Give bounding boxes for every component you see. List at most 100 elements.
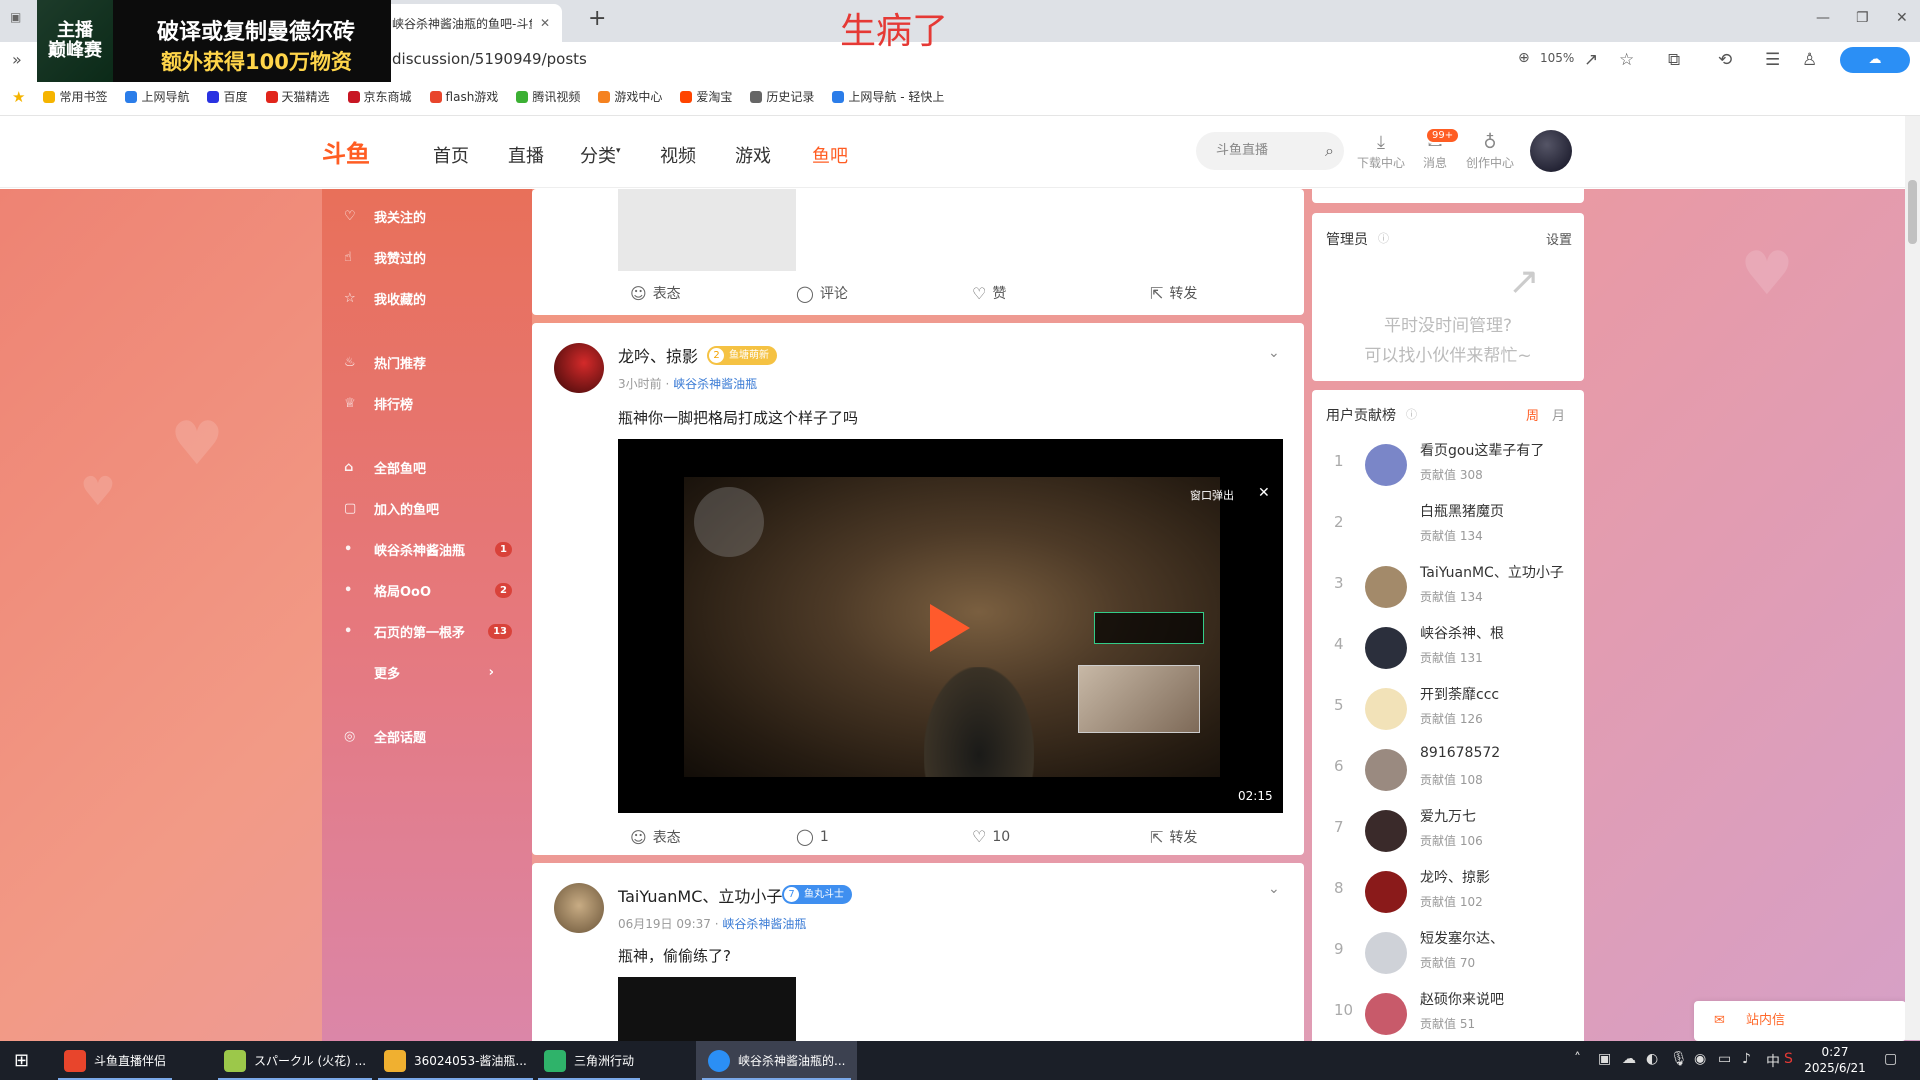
nav-live[interactable]: 直播 bbox=[508, 142, 544, 168]
sidebar-item-liked[interactable]: ☝ 我赞过的 bbox=[344, 247, 524, 267]
taskbar-item[interactable]: 36024053-酱油瓶... bbox=[372, 1041, 539, 1080]
post-image[interactable] bbox=[618, 189, 796, 271]
tray-app-icon[interactable]: ◉ bbox=[1694, 1051, 1706, 1067]
user-icon[interactable]: ♙ bbox=[1802, 50, 1817, 70]
contrib-row[interactable]: 2 白瓶黑猪魔页 贡献值 134 bbox=[1312, 495, 1584, 556]
tray-expand-icon[interactable]: ˄ bbox=[1574, 1051, 1581, 1067]
post-group-link[interactable]: 峡谷杀神酱油瓶 bbox=[673, 377, 757, 391]
like-button[interactable]: ♡ 10 bbox=[972, 827, 1010, 846]
bookmark-item[interactable]: 腾讯视频 bbox=[516, 88, 580, 105]
tab-month[interactable]: 月 bbox=[1552, 405, 1565, 424]
bookmark-item[interactable]: 京东商城 bbox=[347, 88, 412, 105]
close-icon[interactable]: ✕ bbox=[1258, 485, 1270, 501]
nav-yuba[interactable]: 鱼吧 bbox=[812, 142, 848, 168]
zoom-level[interactable]: 105% bbox=[1540, 51, 1574, 65]
minimize-icon[interactable]: — bbox=[1816, 10, 1830, 26]
contributor-avatar[interactable] bbox=[1365, 993, 1407, 1035]
contrib-row[interactable]: 8 龙吟、掠影 贡献值 102 bbox=[1312, 861, 1584, 922]
search-icon[interactable]: ⌕ bbox=[1325, 132, 1334, 170]
cloud-button[interactable]: ☁ bbox=[1840, 47, 1910, 73]
station-message-button[interactable]: ✉ 站内信 bbox=[1694, 1001, 1906, 1041]
contrib-row[interactable]: 3 TaiYuanMC、立功小子 贡献值 134 bbox=[1312, 556, 1584, 617]
contrib-row[interactable]: 1 看页gou这辈子有了 贡献值 308 bbox=[1312, 434, 1584, 495]
user-avatar[interactable] bbox=[1530, 130, 1572, 172]
contributor-name[interactable]: 891678572 bbox=[1420, 745, 1500, 761]
contributor-name[interactable]: 看页gou这辈子有了 bbox=[1420, 440, 1544, 460]
page-scrollbar[interactable] bbox=[1905, 116, 1920, 1040]
share-icon[interactable]: ↗ bbox=[1584, 50, 1598, 70]
expand-icon[interactable]: » bbox=[12, 50, 22, 69]
ime-indicator[interactable]: 中 bbox=[1766, 1051, 1780, 1071]
new-tab-button[interactable]: + bbox=[588, 6, 606, 31]
tray-app-icon[interactable]: ▣ bbox=[1598, 1051, 1611, 1067]
browser-tab-active[interactable]: 峡谷杀神酱油瓶的鱼吧-斗鱼社 ✕ bbox=[382, 4, 562, 42]
nav-home[interactable]: 首页 bbox=[433, 142, 469, 168]
contributor-name[interactable]: 爱九万七 bbox=[1420, 806, 1476, 826]
sidebar-item-all-yuba[interactable]: ⌂ 全部鱼吧 bbox=[344, 457, 524, 477]
volume-icon[interactable]: ♪ bbox=[1742, 1051, 1751, 1067]
microphone-icon[interactable]: 🎙 bbox=[1670, 1051, 1688, 1067]
bookmark-item[interactable]: 上网导航 bbox=[125, 88, 189, 105]
sidebar-item-favorites[interactable]: ☆ 我收藏的 bbox=[344, 288, 524, 308]
bookmark-item[interactable]: 天猫精选 bbox=[265, 88, 330, 105]
contrib-row[interactable]: 7 爱九万七 贡献值 106 bbox=[1312, 800, 1584, 861]
post-author-name[interactable]: 龙吟、掠影 bbox=[618, 343, 698, 367]
tab-close-icon[interactable]: ✕ bbox=[540, 16, 550, 30]
system-clock[interactable]: 0:27 2025/6/21 bbox=[1800, 1044, 1870, 1076]
info-icon[interactable]: ⓘ bbox=[1378, 230, 1389, 246]
bookmark-item[interactable]: 上网导航 - 轻快上 bbox=[832, 88, 944, 105]
chevron-down-icon[interactable]: ⌄ bbox=[1268, 881, 1280, 897]
sidebar-item-following[interactable]: ♡ 我关注的 bbox=[344, 206, 524, 226]
menu-icon[interactable]: ☰ bbox=[1765, 50, 1780, 70]
contributor-name[interactable]: TaiYuanMC、立功小子 bbox=[1420, 562, 1564, 582]
bookmark-item[interactable]: 游戏中心 bbox=[598, 88, 662, 105]
post-group-link[interactable]: 峡谷杀神酱油瓶 bbox=[722, 917, 806, 931]
taskbar-item[interactable]: 峡谷杀神酱油瓶的... bbox=[696, 1041, 858, 1080]
like-button[interactable]: ♡ 赞 bbox=[972, 283, 1006, 303]
taskbar-item[interactable]: スパークル (火花) ... bbox=[212, 1041, 378, 1080]
favorite-star-icon[interactable]: ☆ bbox=[1619, 50, 1634, 70]
creator-center-button[interactable]: ♁ 创作中心 bbox=[1465, 132, 1515, 171]
sidebar-item-ranking[interactable]: ♕ 排行榜 bbox=[344, 393, 524, 413]
sidebar-item-group[interactable]: • 格局OoO 2 bbox=[344, 580, 524, 600]
bookmark-item[interactable]: 常用书签 bbox=[43, 88, 107, 105]
close-window-icon[interactable]: ✕ bbox=[1896, 10, 1908, 26]
bookmark-item[interactable]: 爱淘宝 bbox=[680, 88, 732, 105]
network-icon[interactable]: ▭ bbox=[1718, 1051, 1731, 1067]
nav-category[interactable]: 分类 bbox=[580, 142, 616, 168]
bookmark-item[interactable]: flash游戏 bbox=[429, 88, 498, 105]
download-center-button[interactable]: ⤓ 下载中心 bbox=[1356, 132, 1406, 171]
admin-settings-link[interactable]: 设置 bbox=[1546, 229, 1572, 248]
comment-button[interactable]: ◯ 1 bbox=[796, 827, 829, 846]
contributor-avatar[interactable] bbox=[1365, 688, 1407, 730]
info-icon[interactable]: ⓘ bbox=[1406, 406, 1417, 422]
contributor-avatar[interactable] bbox=[1365, 627, 1407, 669]
ad-banner[interactable]: 主播 巅峰赛 破译或复制曼德尔砖 额外获得100万物资 bbox=[37, 0, 391, 82]
contributor-avatar[interactable] bbox=[1365, 444, 1407, 486]
history-icon[interactable]: ⟲ bbox=[1718, 50, 1732, 70]
windows-start-icon[interactable]: ⊞ bbox=[14, 1050, 29, 1071]
post-author-avatar[interactable] bbox=[554, 343, 604, 393]
bookmark-item[interactable]: 历史记录 bbox=[750, 88, 814, 105]
taskbar-item[interactable]: 斗鱼直播伴侣 bbox=[52, 1041, 178, 1080]
contributor-avatar[interactable] bbox=[1365, 932, 1407, 974]
contrib-row[interactable]: 9 短发塞尔达、 贡献值 70 bbox=[1312, 922, 1584, 983]
popout-button[interactable]: 窗口弹出 bbox=[1190, 487, 1234, 503]
video-player[interactable]: 窗口弹出 ✕ 02:15 bbox=[618, 439, 1283, 813]
nav-video[interactable]: 视频 bbox=[660, 142, 696, 168]
contributor-avatar[interactable] bbox=[1365, 749, 1407, 791]
sidebar-item-more[interactable]: 更多 › bbox=[344, 662, 524, 682]
contributor-avatar[interactable] bbox=[1365, 871, 1407, 913]
extensions-icon[interactable]: ⧉ bbox=[1668, 50, 1680, 70]
sidebar-item-group[interactable]: • 峡谷杀神酱油瓶 1 bbox=[344, 539, 524, 559]
contributor-avatar[interactable] bbox=[1365, 566, 1407, 608]
share-button[interactable]: ⇱ 转发 bbox=[1150, 283, 1197, 303]
react-button[interactable]: ☺ 表态 bbox=[630, 827, 681, 847]
sidebar-item-group[interactable]: • 石页的第一根矛 13 bbox=[344, 621, 524, 641]
sidebar-item-joined[interactable]: ▢ 加入的鱼吧 bbox=[344, 498, 524, 518]
scrollbar-thumb[interactable] bbox=[1908, 180, 1917, 244]
react-button[interactable]: ☺ 表态 bbox=[630, 283, 681, 303]
contributor-name[interactable]: 峡谷杀神、根 bbox=[1420, 623, 1504, 643]
contributor-avatar[interactable] bbox=[1365, 810, 1407, 852]
share-button[interactable]: ⇱ 转发 bbox=[1150, 827, 1197, 847]
